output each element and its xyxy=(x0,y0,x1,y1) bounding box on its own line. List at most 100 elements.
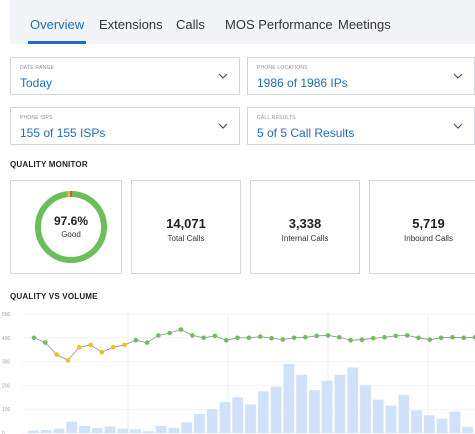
quality-point xyxy=(393,333,399,339)
tab-meetings[interactable]: Meetings xyxy=(338,17,391,32)
tab-mos-performance[interactable]: MOS Performance xyxy=(225,17,333,32)
quality-point xyxy=(303,335,308,340)
quality-vs-volume-title: QUALITY VS VOLUME xyxy=(10,292,98,301)
volume-bar xyxy=(309,390,320,433)
quality-line-segment xyxy=(45,342,57,355)
quality-point xyxy=(110,345,116,350)
phone-isps-label: PHONE ISPS xyxy=(20,115,53,121)
quality-vs-volume-chart: 5004003002001000 xyxy=(2,312,475,434)
call-results-select[interactable]: CALL RESULTS 5 of 5 Call Results xyxy=(247,107,475,145)
volume-bar xyxy=(360,385,371,433)
total-calls-card[interactable]: 14,071 Total Calls xyxy=(131,180,241,274)
date-range-select[interactable]: DATE RANGE Today xyxy=(10,57,240,95)
quality-point xyxy=(314,333,320,339)
tab-extensions[interactable]: Extensions xyxy=(99,17,163,32)
volume-bar xyxy=(79,425,90,433)
volume-bar xyxy=(66,421,78,433)
volume-bar xyxy=(168,427,180,433)
volume-bar xyxy=(142,431,154,433)
chevron-down-icon xyxy=(218,73,228,79)
quality-label: Good xyxy=(61,230,81,239)
y-tick-label: 500 xyxy=(2,312,11,318)
volume-bar xyxy=(270,386,282,433)
quality-point xyxy=(450,335,455,340)
quality-donut-card[interactable]: 97.6% Good xyxy=(10,180,122,274)
volume-bar xyxy=(232,397,244,433)
chart-bars xyxy=(28,364,473,433)
chart-y-axis: 5004003002001000 xyxy=(2,312,11,434)
phone-isps-select[interactable]: PHONE ISPS 155 of 155 ISPs xyxy=(10,107,240,145)
total-calls-label: Total Calls xyxy=(167,234,205,243)
quality-point xyxy=(337,335,342,340)
y-tick-label: 100 xyxy=(2,407,11,413)
quality-point xyxy=(438,335,444,341)
volume-bar xyxy=(347,367,359,433)
quality-point xyxy=(190,333,195,338)
quality-point xyxy=(291,335,297,341)
chevron-down-icon xyxy=(453,73,463,79)
internal-calls-card[interactable]: 3,338 Internal Calls xyxy=(250,180,360,274)
quality-point xyxy=(212,333,218,339)
quality-point xyxy=(156,333,161,338)
quality-point xyxy=(122,342,127,348)
volume-bar xyxy=(155,425,167,433)
volume-bar xyxy=(449,411,461,433)
quality-point xyxy=(235,335,240,341)
volume-bar xyxy=(40,430,52,433)
quality-point xyxy=(31,335,37,341)
quality-line-segment xyxy=(67,347,80,361)
chevron-down-icon xyxy=(218,123,228,129)
inbound-calls-card[interactable]: 5,719 Inbound Calls xyxy=(369,180,475,274)
volume-bar xyxy=(334,374,346,433)
quality-point xyxy=(65,358,71,363)
volume-bar xyxy=(181,422,193,433)
quality-percent: 97.6% xyxy=(53,214,89,228)
volume-bar xyxy=(296,374,307,433)
internal-calls-label: Internal Calls xyxy=(281,234,329,243)
quality-point xyxy=(269,336,274,341)
quality-point xyxy=(416,335,421,341)
quality-point xyxy=(382,335,387,340)
quality-point xyxy=(223,337,229,343)
y-tick-label: 400 xyxy=(2,336,11,342)
quality-point xyxy=(370,336,376,341)
volume-bar xyxy=(130,429,141,433)
chart-line xyxy=(31,327,475,363)
quality-point xyxy=(201,335,206,341)
volume-bar xyxy=(194,414,205,433)
quality-point xyxy=(461,335,467,341)
date-range-label: DATE RANGE xyxy=(20,65,55,71)
call-results-value: 5 of 5 Call Results xyxy=(257,126,355,140)
active-tab-indicator xyxy=(28,41,86,44)
quality-point xyxy=(404,333,410,338)
quality-point xyxy=(246,335,252,341)
volume-bar xyxy=(398,394,410,433)
quality-point xyxy=(348,337,353,343)
volume-bar xyxy=(245,404,256,433)
volume-bar xyxy=(283,364,295,433)
volume-bar xyxy=(436,418,448,433)
tab-overview[interactable]: Overview xyxy=(30,17,84,32)
quality-point xyxy=(359,337,365,342)
volume-bar xyxy=(53,428,65,433)
quality-point xyxy=(54,352,59,357)
quality-point xyxy=(257,334,263,339)
volume-bar xyxy=(28,430,39,433)
volume-bar xyxy=(219,402,231,433)
phone-isps-value: 155 of 155 ISPs xyxy=(20,126,106,140)
volume-bar xyxy=(462,427,473,433)
volume-bar xyxy=(117,428,129,433)
tab-calls[interactable]: Calls xyxy=(176,17,205,32)
quality-point xyxy=(99,349,105,355)
total-calls-value: 14,071 xyxy=(166,216,206,231)
quality-point xyxy=(178,327,184,332)
quality-monitor-title: QUALITY MONITOR xyxy=(10,160,88,169)
quality-point xyxy=(43,340,48,345)
quality-point xyxy=(325,333,331,338)
volume-bar xyxy=(385,405,397,433)
quality-point xyxy=(144,340,150,345)
phone-locations-select[interactable]: PHONE LOCATIONS 1986 of 1986 IPs xyxy=(247,57,475,95)
date-range-value: Today xyxy=(20,76,53,90)
volume-bar xyxy=(411,410,422,433)
quality-point xyxy=(133,337,139,343)
